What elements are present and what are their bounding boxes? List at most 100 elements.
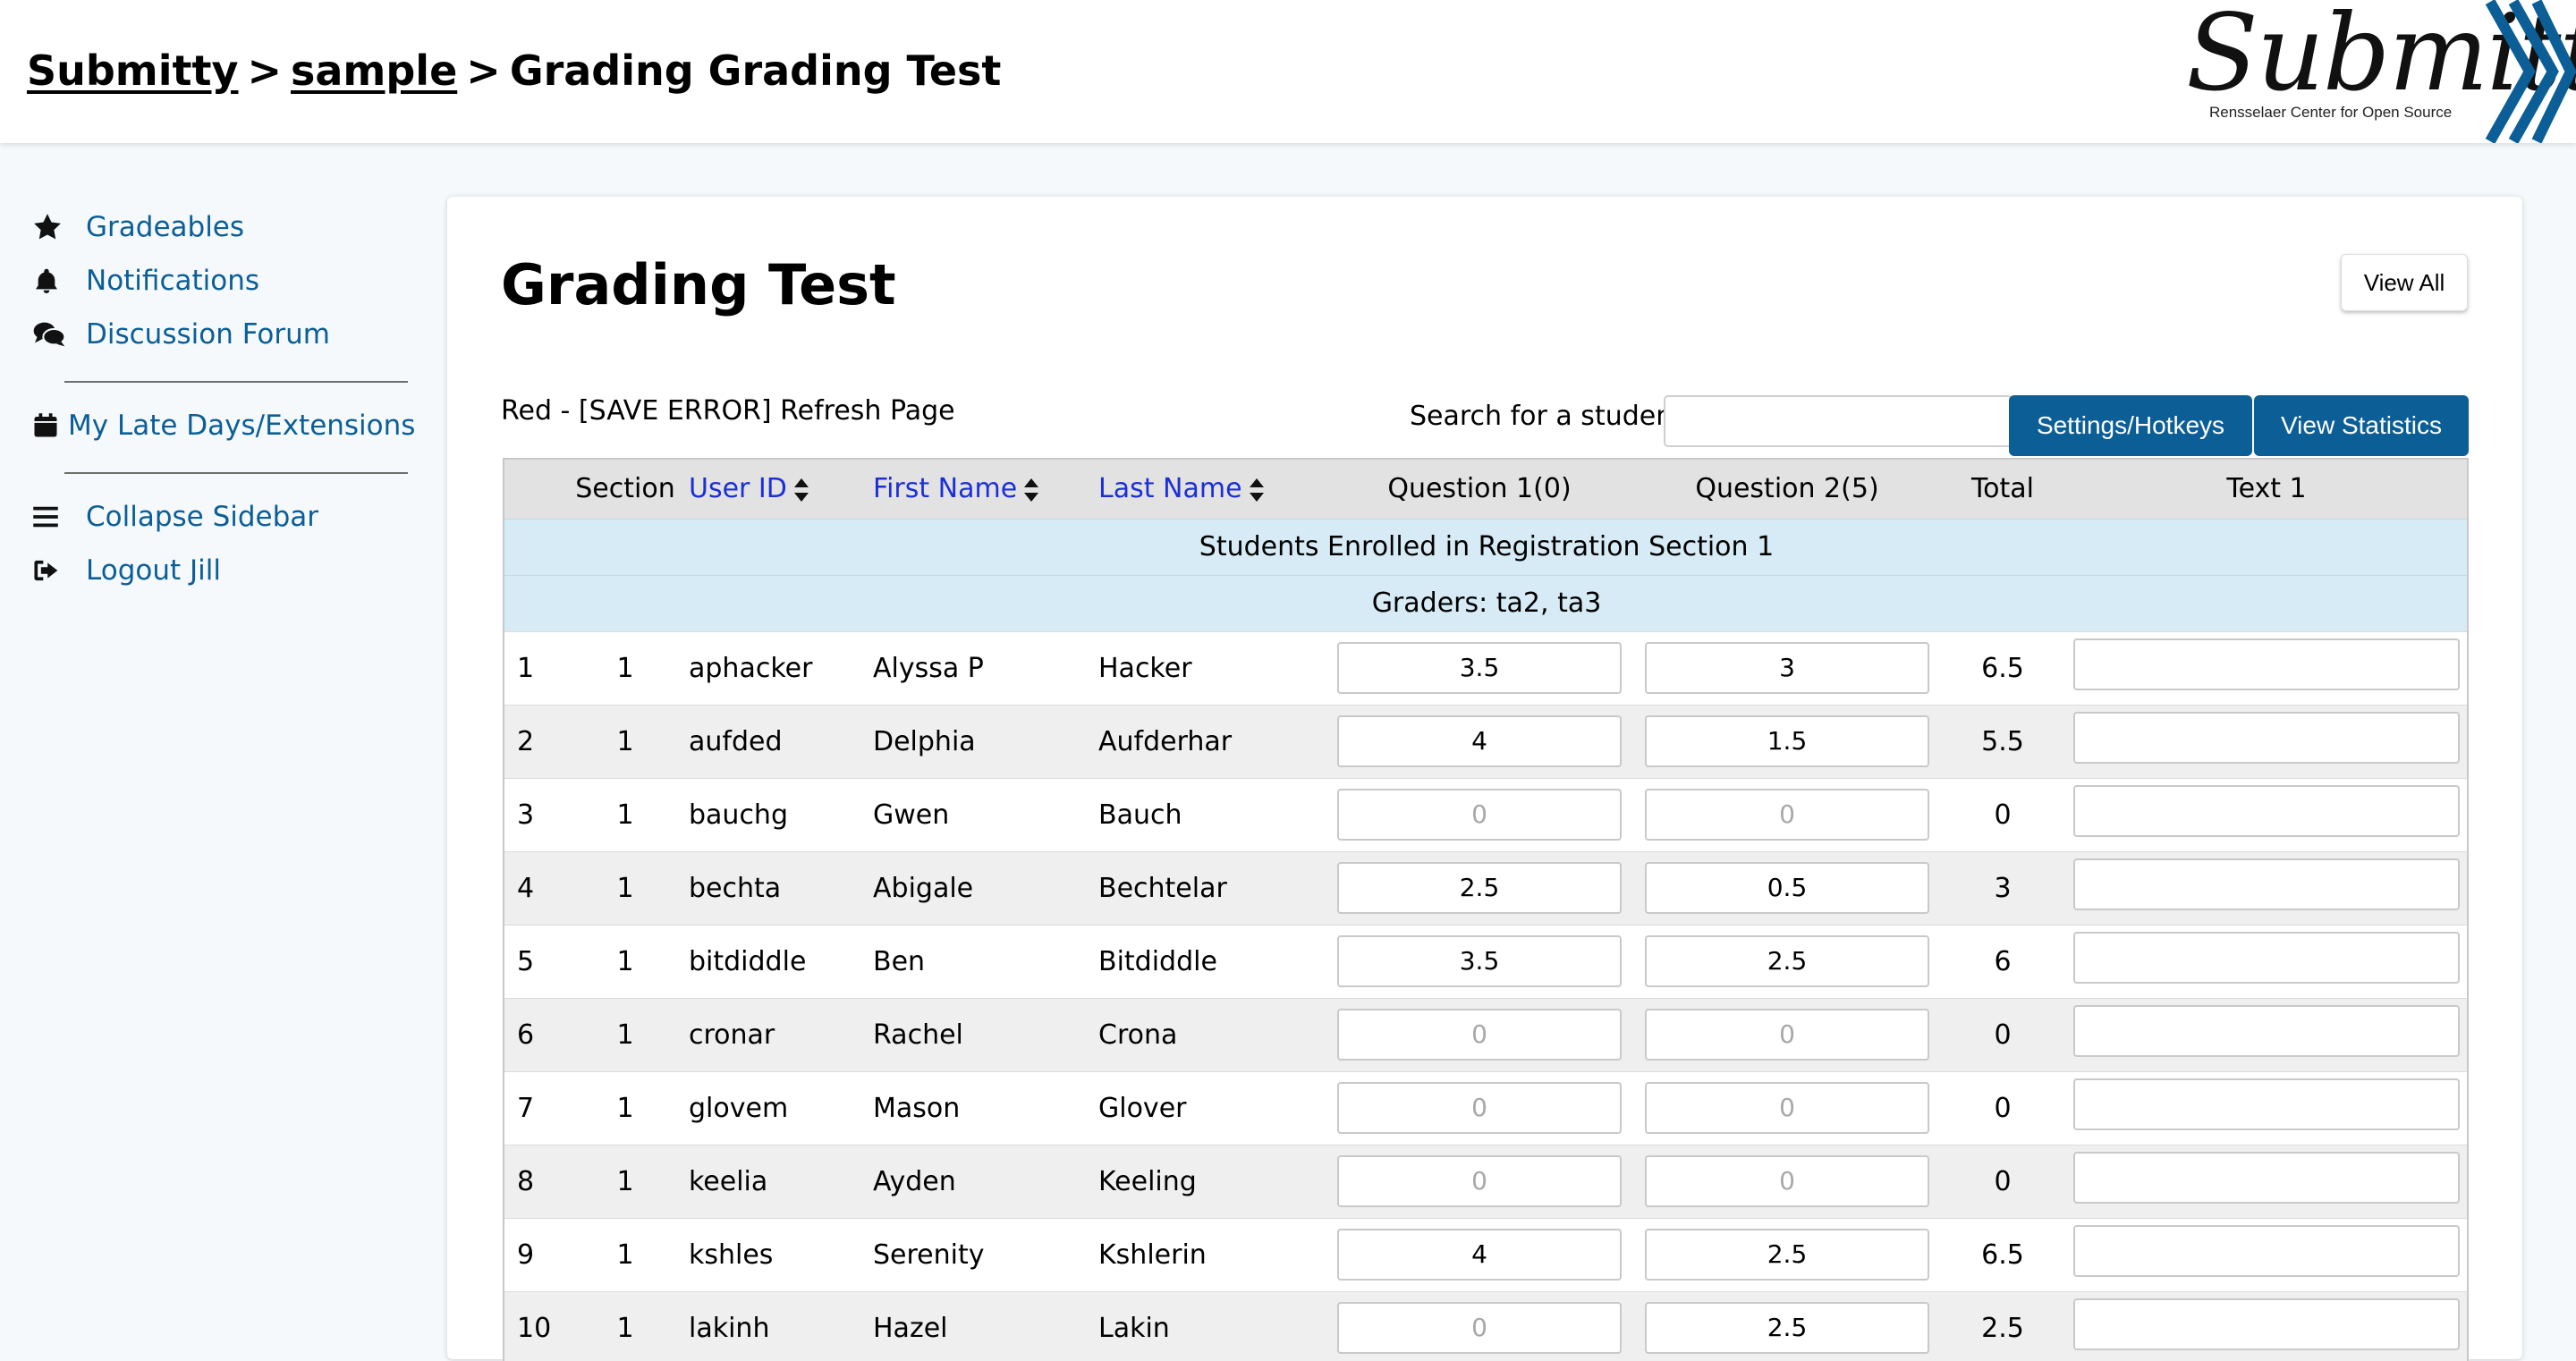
row-total: 2.5 [1981, 1312, 2024, 1344]
col-header-last-name[interactable]: Last Name [1098, 460, 1326, 519]
question-1-input[interactable]: 0 [1337, 1155, 1622, 1207]
question-2-input[interactable]: 2.5 [1645, 935, 1929, 987]
question-1-input[interactable]: 2.5 [1337, 862, 1622, 914]
row-number: 10 [517, 1312, 552, 1344]
question-1-input[interactable]: 0 [1337, 1302, 1622, 1355]
text-1-input[interactable] [2073, 932, 2460, 984]
sidebar-item-late-days[interactable]: My Late Days/Extensions [32, 399, 415, 452]
row-section: 1 [616, 799, 634, 831]
text-1-input[interactable] [2073, 1005, 2460, 1057]
row-number: 4 [517, 872, 535, 904]
row-text-1 [2064, 1291, 2467, 1361]
col-header-label: User ID [689, 473, 787, 505]
sidebar-item-collapse-sidebar[interactable]: Collapse Sidebar [32, 490, 390, 544]
row-number: 2 [517, 725, 535, 757]
row-text-1 [2064, 1071, 2467, 1145]
question-2-input[interactable]: 0.5 [1645, 862, 1929, 914]
sidebar-item-gradeables[interactable]: Gradeables [32, 200, 390, 254]
table-row: 5 1 bitdiddle Ben Bitdiddle 3.5 2.5 6 [504, 925, 2467, 998]
row-section: 1 [616, 1165, 634, 1197]
question-1-input[interactable]: 4 [1337, 715, 1622, 767]
row-question-1: 0 [1326, 1071, 1633, 1145]
row-question-1: 2.5 [1326, 851, 1633, 925]
submitty-logo[interactable]: Submitty Rensselaer Center for Open Sour… [2182, 0, 2576, 143]
row-first-name: Ayden [873, 1165, 956, 1197]
row-text-1 [2064, 925, 2467, 998]
view-all-button[interactable]: View All [2341, 254, 2468, 311]
row-first-name: Ben [873, 945, 926, 977]
question-2-input[interactable]: 0 [1645, 789, 1929, 841]
text-1-input[interactable] [2073, 712, 2460, 764]
col-header-first-name[interactable]: First Name [873, 460, 1098, 519]
row-question-2: 3 [1633, 631, 1941, 705]
question-1-input[interactable]: 3.5 [1337, 935, 1622, 987]
breadcrumb-sample-link[interactable]: sample [291, 46, 457, 95]
breadcrumb: Submitty > sample > Grading Grading Test [27, 46, 1001, 95]
breadcrumb-separator: > [247, 46, 283, 95]
row-last-name: Bitdiddle [1098, 945, 1217, 977]
question-2-input[interactable]: 0 [1645, 1155, 1929, 1207]
col-header-user-id[interactable]: User ID [689, 460, 873, 519]
row-number: 5 [517, 945, 535, 977]
row-first-name: Gwen [873, 799, 950, 831]
sidebar-item-discussion-forum[interactable]: Discussion Forum [32, 308, 390, 361]
text-1-input[interactable] [2073, 1152, 2460, 1204]
text-1-input[interactable] [2073, 1225, 2460, 1277]
row-section: 1 [616, 1238, 634, 1271]
col-header-label: First Name [873, 473, 1018, 505]
col-header-label: Last Name [1098, 473, 1242, 505]
question-1-input[interactable]: 0 [1337, 789, 1622, 841]
table-row: 3 1 bauchg Gwen Bauch 0 0 0 [504, 778, 2467, 851]
row-text-1 [2064, 1145, 2467, 1218]
row-section: 1 [616, 725, 634, 757]
row-total: 0 [1994, 1092, 2012, 1124]
text-1-input[interactable] [2073, 1078, 2460, 1130]
row-question-1: 3.5 [1326, 925, 1633, 998]
table-header-row: Section User ID First Name Last Name Que… [504, 460, 2467, 519]
star-icon [32, 212, 77, 242]
question-1-input[interactable]: 0 [1337, 1009, 1622, 1061]
question-2-input[interactable]: 0 [1645, 1009, 1929, 1061]
grading-table-container: Section User ID First Name Last Name Que… [503, 458, 2469, 1361]
col-header-question-2: Question 2(5) [1695, 473, 1879, 505]
row-question-2: 0.5 [1633, 851, 1941, 925]
breadcrumb-separator: > [466, 46, 501, 95]
sidebar-item-logout[interactable]: Logout Jill [32, 544, 390, 597]
question-1-input[interactable]: 3.5 [1337, 642, 1622, 694]
row-number: 6 [517, 1019, 535, 1051]
row-first-name: Hazel [873, 1312, 948, 1344]
row-first-name: Rachel [873, 1019, 963, 1051]
breadcrumb-current: Grading Grading Test [509, 46, 1002, 95]
text-1-input[interactable] [2073, 638, 2460, 690]
row-user-id: bauchg [689, 799, 788, 831]
sidebar-item-notifications[interactable]: Notifications [32, 254, 390, 308]
question-1-input[interactable]: 0 [1337, 1082, 1622, 1134]
question-2-input[interactable]: 1.5 [1645, 715, 1929, 767]
question-2-input[interactable]: 3 [1645, 642, 1929, 694]
text-1-input[interactable] [2073, 1298, 2460, 1351]
row-question-2: 0 [1633, 998, 1941, 1071]
row-text-1 [2064, 631, 2467, 705]
row-question-2: 0 [1633, 778, 1941, 851]
question-2-input[interactable]: 2.5 [1645, 1229, 1929, 1281]
breadcrumb-submitty-link[interactable]: Submitty [27, 46, 238, 95]
row-user-id: aphacker [689, 652, 813, 684]
settings-hotkeys-button[interactable]: Settings/Hotkeys [2009, 395, 2252, 456]
view-statistics-button[interactable]: View Statistics [2254, 395, 2469, 456]
row-text-1 [2064, 1218, 2467, 1291]
sort-icon [1024, 478, 1039, 502]
search-label: Search for a student: [1410, 401, 1693, 432]
row-question-1: 3.5 [1326, 631, 1633, 705]
row-last-name: Glover [1098, 1092, 1187, 1124]
col-header-total: Total [1970, 473, 2035, 505]
question-2-input[interactable]: 0 [1645, 1082, 1929, 1134]
sidebar-item-label: Gradeables [86, 211, 245, 243]
row-question-1: 0 [1326, 1291, 1633, 1361]
table-row: 7 1 glovem Mason Glover 0 0 0 [504, 1071, 2467, 1145]
question-1-input[interactable]: 4 [1337, 1229, 1622, 1281]
text-1-input[interactable] [2073, 858, 2460, 910]
text-1-input[interactable] [2073, 785, 2460, 837]
student-search-input[interactable] [1664, 395, 2012, 447]
question-2-input[interactable]: 2.5 [1645, 1302, 1929, 1355]
row-number: 7 [517, 1092, 535, 1124]
